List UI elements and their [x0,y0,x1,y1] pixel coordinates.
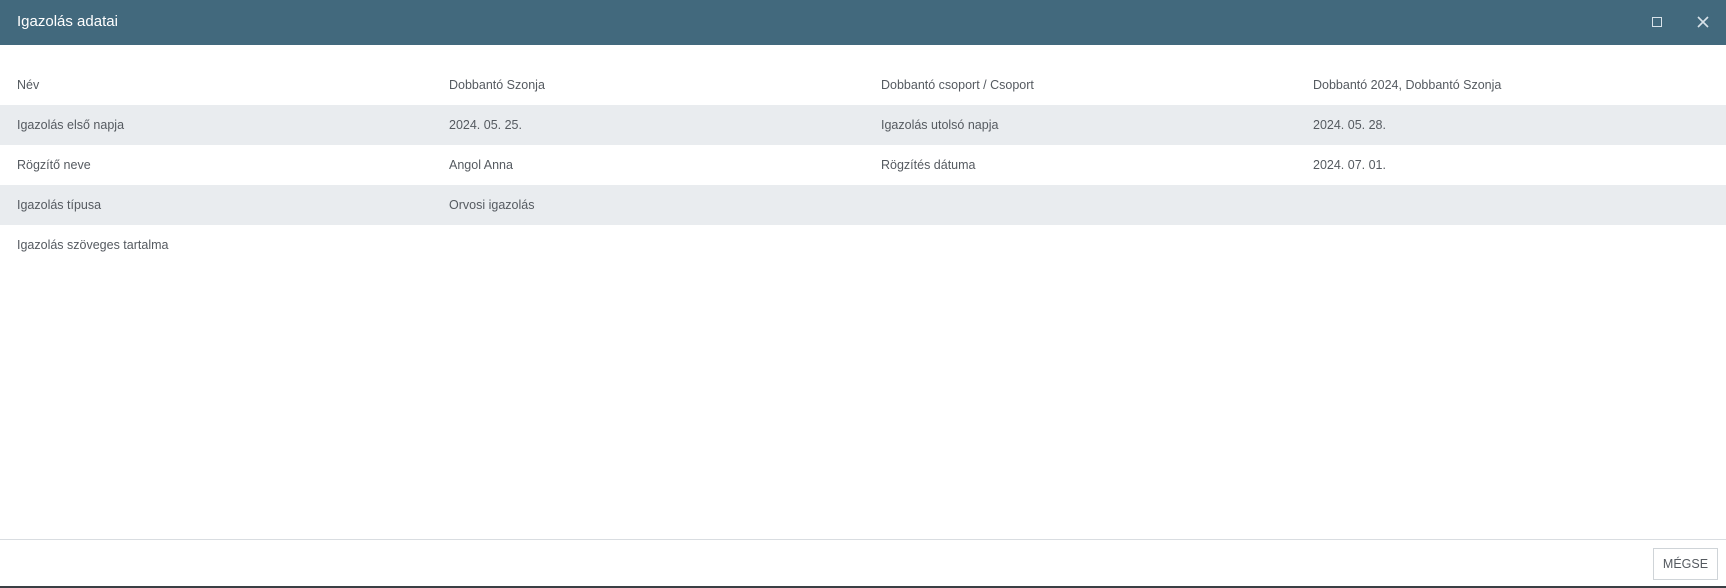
name-label: Név [17,78,40,92]
detail-row-dates: Igazolás első napja 2024. 05. 25. Igazol… [0,105,1726,145]
details-table: Név Dobbantó Szonja Dobbantó csoport / C… [0,65,1726,265]
first-day-value: 2024. 05. 25. [449,118,522,132]
first-day-label: Igazolás első napja [17,118,125,132]
last-day-value: 2024. 05. 28. [1313,118,1386,132]
recorder-label: Rögzítő neve [17,158,91,172]
close-button[interactable] [1693,12,1713,32]
group-label: Dobbantó csoport / Csoport [881,78,1034,92]
footer-divider [0,539,1726,540]
dialog-title: Igazolás adatai [17,13,118,30]
record-date-label: Rögzítés dátuma [881,158,976,172]
group-value: Dobbantó 2024, Dobbantó Szonja [1313,78,1502,92]
certificate-details-dialog: Igazolás adatai Név Dobbantó Szonja Dobb… [0,0,1726,588]
detail-row-recorder: Rögzítő neve Angol Anna Rögzítés dátuma … [0,145,1726,185]
record-date-value: 2024. 07. 01. [1313,158,1386,172]
detail-row-type: Igazolás típusa Orvosi igazolás [0,185,1726,225]
recorder-value: Angol Anna [449,158,513,172]
maximize-button[interactable] [1647,12,1667,32]
dialog-titlebar: Igazolás adatai [0,0,1726,45]
type-value: Orvosi igazolás [449,198,535,212]
detail-row-text: Igazolás szöveges tartalma [0,225,1726,265]
text-content-label: Igazolás szöveges tartalma [17,238,169,252]
cancel-button[interactable]: MÉGSE [1653,548,1718,580]
last-day-label: Igazolás utolsó napja [881,118,999,132]
type-label: Igazolás típusa [17,198,102,212]
close-icon [1697,16,1709,28]
name-value: Dobbantó Szonja [449,78,545,92]
detail-row-name: Név Dobbantó Szonja Dobbantó csoport / C… [0,65,1726,105]
maximize-icon [1652,17,1662,27]
